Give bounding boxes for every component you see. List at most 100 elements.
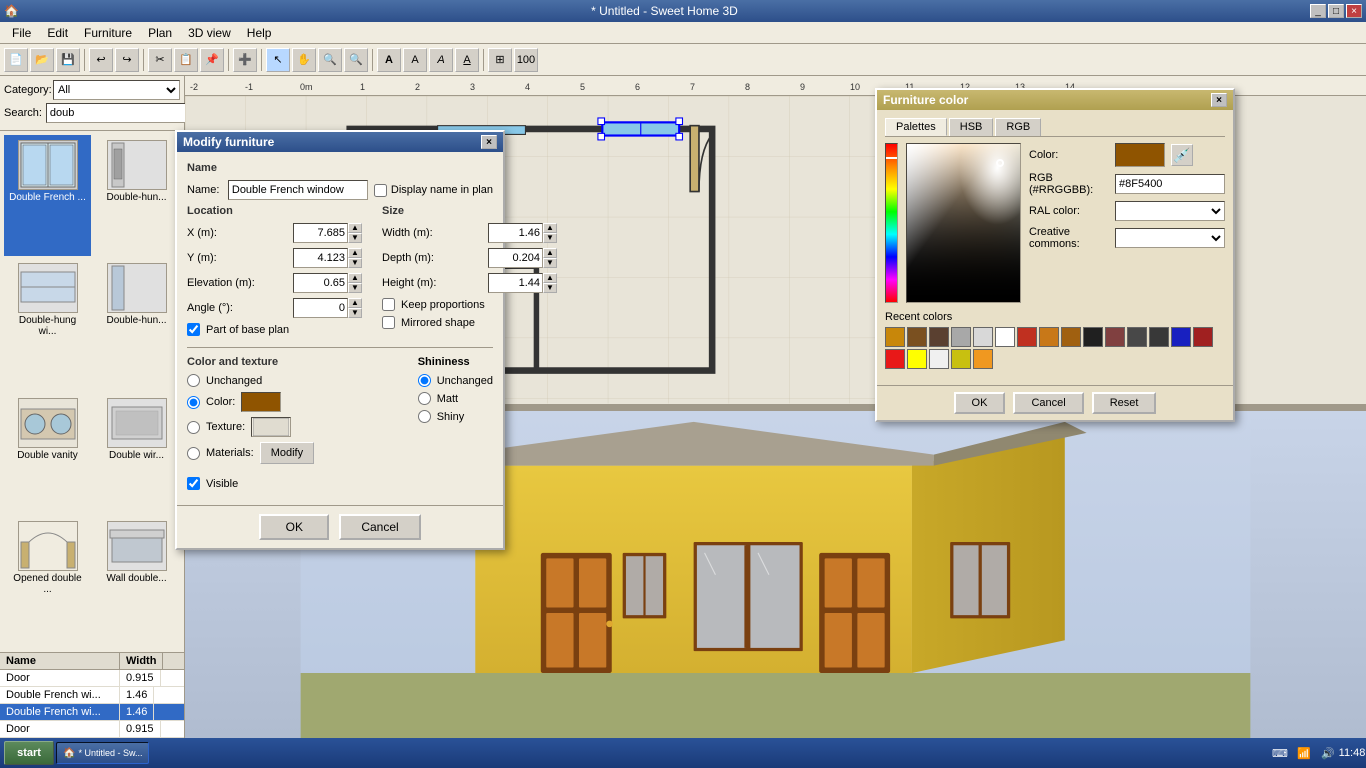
tab-hsb[interactable]: HSB xyxy=(949,118,994,136)
color-color-radio[interactable] xyxy=(187,396,200,409)
recent-swatch-3[interactable] xyxy=(951,327,971,347)
toolbar-text-a1[interactable]: A xyxy=(377,48,401,72)
toolbar-text-a3[interactable]: A xyxy=(429,48,453,72)
width-input[interactable] xyxy=(488,223,543,243)
taskbar-start[interactable]: start xyxy=(4,741,54,765)
toolbar-pan[interactable]: ✋ xyxy=(292,48,316,72)
recent-swatch-14[interactable] xyxy=(1193,327,1213,347)
color-cancel-btn[interactable]: Cancel xyxy=(1013,392,1083,414)
list-row-3[interactable]: Door 0.915 xyxy=(0,721,184,738)
color-reset-btn[interactable]: Reset xyxy=(1092,392,1157,414)
angle-down[interactable]: ▼ xyxy=(348,308,362,318)
color-dialog-close[interactable]: × xyxy=(1211,93,1227,107)
elev-up[interactable]: ▲ xyxy=(348,273,362,283)
color-swatch[interactable] xyxy=(241,392,281,412)
menu-furniture[interactable]: Furniture xyxy=(76,24,140,42)
width-down[interactable]: ▼ xyxy=(543,233,557,243)
menu-edit[interactable]: Edit xyxy=(39,24,76,42)
shininess-shiny-radio[interactable] xyxy=(418,410,431,423)
toolbar-paste[interactable]: 📌 xyxy=(200,48,224,72)
y-down[interactable]: ▼ xyxy=(348,258,362,268)
creative-select[interactable] xyxy=(1115,228,1225,248)
modify-dialog-close[interactable]: × xyxy=(481,135,497,149)
recent-swatch-16[interactable] xyxy=(907,349,927,369)
maximize-button[interactable]: □ xyxy=(1328,4,1344,18)
toolbar-add-furniture[interactable]: ➕ xyxy=(233,48,257,72)
recent-swatch-9[interactable] xyxy=(1083,327,1103,347)
toolbar-zoom-out[interactable]: 🔍 xyxy=(344,48,368,72)
recent-swatch-17[interactable] xyxy=(929,349,949,369)
ral-select[interactable] xyxy=(1115,201,1225,221)
angle-input[interactable] xyxy=(293,298,348,318)
color-texture-radio[interactable] xyxy=(187,421,200,434)
list-row-1[interactable]: Double French wi... 1.46 xyxy=(0,687,184,704)
color-ok-btn[interactable]: OK xyxy=(954,392,1006,414)
name-input[interactable] xyxy=(228,180,368,200)
keep-proportions-checkbox[interactable] xyxy=(382,298,395,311)
elev-down[interactable]: ▼ xyxy=(348,283,362,293)
recent-swatch-10[interactable] xyxy=(1105,327,1125,347)
texture-swatch[interactable] xyxy=(251,417,291,437)
recent-swatch-2[interactable] xyxy=(929,327,949,347)
recent-swatch-5[interactable] xyxy=(995,327,1015,347)
minimize-button[interactable]: _ xyxy=(1310,4,1326,18)
toolbar-zoom-fit[interactable]: ⊞ xyxy=(488,48,512,72)
recent-swatch-7[interactable] xyxy=(1039,327,1059,347)
base-plan-checkbox[interactable] xyxy=(187,323,200,336)
rgb-input[interactable] xyxy=(1115,174,1225,194)
recent-swatch-8[interactable] xyxy=(1061,327,1081,347)
height-input[interactable] xyxy=(488,273,543,293)
toolbar-undo[interactable]: ↩ xyxy=(89,48,113,72)
recent-swatch-0[interactable] xyxy=(885,327,905,347)
modify-ok-btn[interactable]: OK xyxy=(259,514,329,540)
toolbar-zoom-100[interactable]: 100 xyxy=(514,48,538,72)
height-up[interactable]: ▲ xyxy=(543,273,557,283)
x-input[interactable] xyxy=(293,223,348,243)
toolbar-zoom-in[interactable]: 🔍 xyxy=(318,48,342,72)
furniture-item-4[interactable]: Double vanity xyxy=(4,393,91,514)
x-up[interactable]: ▲ xyxy=(348,223,362,233)
furniture-item-0[interactable]: Double French ... xyxy=(4,135,91,256)
toolbar-cut[interactable]: ✂ xyxy=(148,48,172,72)
visible-checkbox[interactable] xyxy=(187,477,200,490)
toolbar-new[interactable]: 📄 xyxy=(4,48,28,72)
angle-up[interactable]: ▲ xyxy=(348,298,362,308)
tab-palettes[interactable]: Palettes xyxy=(885,118,947,136)
recent-swatch-19[interactable] xyxy=(973,349,993,369)
x-down[interactable]: ▼ xyxy=(348,233,362,243)
toolbar-copy[interactable]: 📋 xyxy=(174,48,198,72)
modify-materials-btn[interactable]: Modify xyxy=(260,442,314,464)
search-input[interactable] xyxy=(46,103,196,123)
eyedropper-btn[interactable]: 💉 xyxy=(1171,144,1193,166)
toolbar-save[interactable]: 💾 xyxy=(56,48,80,72)
recent-swatch-15[interactable] xyxy=(885,349,905,369)
recent-swatch-6[interactable] xyxy=(1017,327,1037,347)
color-materials-radio[interactable] xyxy=(187,447,200,460)
furniture-item-5[interactable]: Double wir... xyxy=(93,393,180,514)
toolbar-text-a2[interactable]: A xyxy=(403,48,427,72)
taskbar-network-icon[interactable]: 📶 xyxy=(1294,743,1314,763)
depth-down[interactable]: ▼ xyxy=(543,258,557,268)
furniture-item-7[interactable]: Wall double... xyxy=(93,516,180,648)
y-input[interactable] xyxy=(293,248,348,268)
close-button[interactable]: × xyxy=(1346,4,1362,18)
toolbar-select[interactable]: ↖ xyxy=(266,48,290,72)
toolbar-redo[interactable]: ↪ xyxy=(115,48,139,72)
toolbar-open[interactable]: 📂 xyxy=(30,48,54,72)
height-down[interactable]: ▼ xyxy=(543,283,557,293)
recent-swatch-11[interactable] xyxy=(1127,327,1147,347)
furniture-item-2[interactable]: Double-hung wi... xyxy=(4,258,91,390)
recent-swatch-18[interactable] xyxy=(951,349,971,369)
sv-picker[interactable] xyxy=(906,143,1021,303)
menu-file[interactable]: File xyxy=(4,24,39,42)
furniture-item-3[interactable]: Double-hun... xyxy=(93,258,180,390)
mirrored-shape-checkbox[interactable] xyxy=(382,316,395,329)
recent-swatch-1[interactable] xyxy=(907,327,927,347)
menu-plan[interactable]: Plan xyxy=(140,24,180,42)
toolbar-text-a4[interactable]: A xyxy=(455,48,479,72)
recent-swatch-12[interactable] xyxy=(1149,327,1169,347)
shininess-unchanged-radio[interactable] xyxy=(418,374,431,387)
list-row-0[interactable]: Door 0.915 xyxy=(0,670,184,687)
depth-input[interactable] xyxy=(488,248,543,268)
furniture-item-6[interactable]: Opened double ... xyxy=(4,516,91,648)
